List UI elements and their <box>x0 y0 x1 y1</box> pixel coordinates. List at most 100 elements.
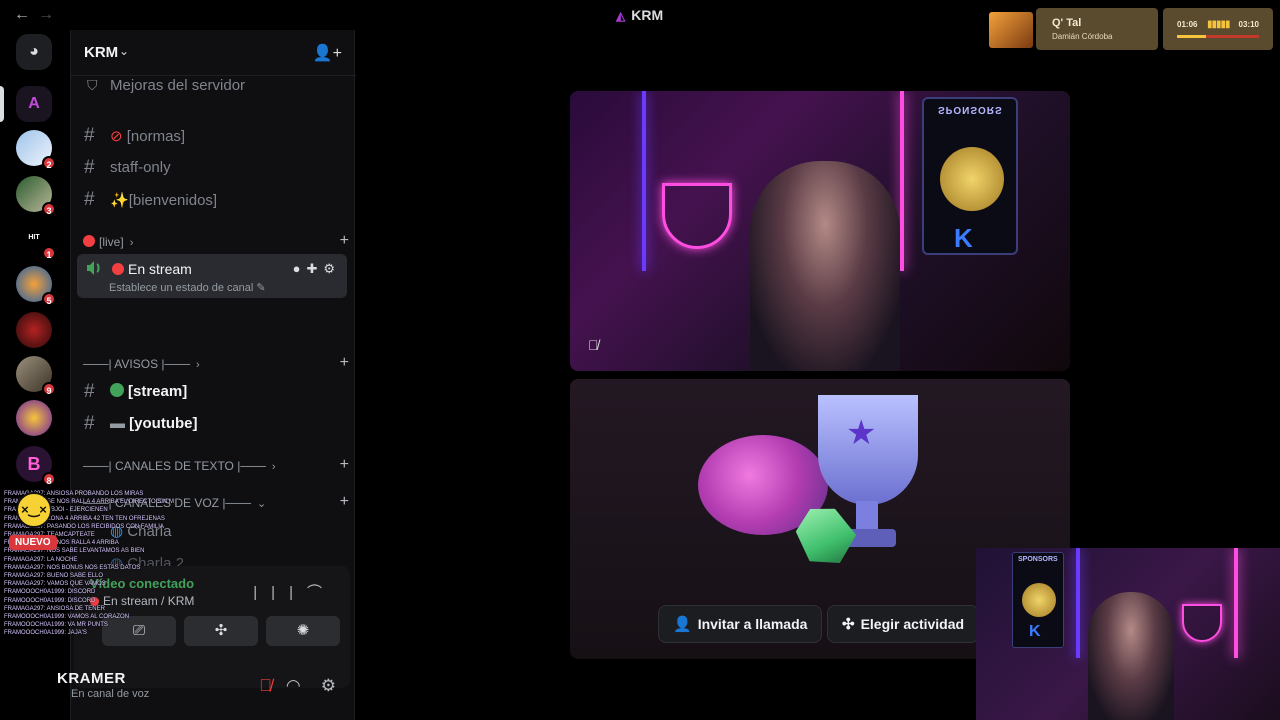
server-icon-5[interactable]: 5 <box>16 266 56 306</box>
sparkles-emoji-icon: ✨ <box>110 192 129 209</box>
server-icon-6[interactable] <box>16 312 52 348</box>
chevron-down-icon: ⌄ <box>119 44 130 58</box>
server-icon-4[interactable]: HIT 1 <box>16 220 56 260</box>
unread-badge: 3 <box>42 202 56 216</box>
album-art <box>989 12 1033 48</box>
channel-normas[interactable]: # ⊘ [normas] <box>81 122 349 150</box>
neon-light <box>900 91 904 271</box>
server-selected-pill <box>0 86 4 122</box>
song-title: Q' Tal <box>1052 17 1082 29</box>
chat-line: FRAMAGA297: BUENO SABE ELLO <box>4 573 104 580</box>
window-title: ◭ KRM <box>616 7 663 23</box>
k-logo-icon: K <box>1029 623 1041 640</box>
category-avisos[interactable]: ───| AVISOS |─── › + <box>83 354 353 374</box>
add-person-icon: 👤 <box>673 616 692 633</box>
sponsors-label: SPONSORS <box>938 104 1003 115</box>
server-krm-icon[interactable]: A <box>16 86 52 122</box>
activities-button[interactable]: ✣ <box>184 616 258 646</box>
server-icon-7[interactable]: 9 <box>16 356 56 396</box>
forward-arrow-icon[interactable]: → <box>38 6 54 24</box>
channel-stream[interactable]: # [stream] <box>81 378 349 406</box>
disconnect-call-icon[interactable]: ⌒ <box>307 584 336 601</box>
neon-light <box>1076 548 1080 658</box>
hash-icon: # <box>84 413 95 434</box>
server-icon-3[interactable]: 3 <box>16 176 56 216</box>
neon-cauldron <box>662 183 732 249</box>
chat-line: FRAMAGA297: VAMOS QUE VAMOS <box>4 581 106 588</box>
voice-channel-en-stream[interactable]: En stream Establece un estado de canal ✎… <box>77 254 347 298</box>
gear-icon[interactable]: ⚙ <box>323 261 341 276</box>
now-playing-progress: 01:06 ▮▮▮▮▮ 03:10 <box>1163 8 1273 50</box>
server-icon-8[interactable] <box>16 400 52 436</box>
server-icon-2[interactable]: 2 <box>16 130 56 170</box>
chat-line: FRAMOOOCH0A1999: DISCORD <box>4 589 96 596</box>
unread-badge: 9 <box>42 382 56 396</box>
back-arrow-icon[interactable]: ← <box>14 6 30 24</box>
sponsors-board: SPONSORS K <box>922 97 1018 255</box>
soundboard-button[interactable]: ✺ <box>266 616 340 646</box>
home-discord-icon[interactable]: ◕ <box>16 34 52 70</box>
neon-light <box>642 91 646 271</box>
chat-line: FRAMOOOCH0A1999: VAMOS AL CORAZON <box>4 614 130 621</box>
sponsors-label: SPONSORS <box>1018 556 1058 563</box>
chevron-right-icon: › <box>271 461 276 473</box>
chevron-right-icon: › <box>129 237 134 249</box>
star-icon: ★ <box>846 414 877 452</box>
chat-line: FRAMAGA297: LA NOCHE <box>4 556 78 563</box>
sponsors-board: SPONSORS K <box>1012 552 1064 648</box>
shield-icon: ⛉ <box>87 77 98 93</box>
chat-bubble-icon[interactable]: ● <box>293 261 307 276</box>
chat-line: FRAMOOOCH0A1999: DISCORD <box>4 597 96 604</box>
window-title-text: KRM <box>631 7 664 23</box>
webcam-overlay: SPONSORS K <box>976 548 1280 720</box>
voice-channel-icon <box>87 261 100 275</box>
progress-track <box>1177 35 1259 38</box>
server-icon-9[interactable]: B8 <box>16 446 56 486</box>
unread-badge: 1 <box>42 246 56 260</box>
neon-cauldron <box>1182 604 1222 642</box>
sponsor-seal-icon <box>940 147 1004 211</box>
chat-line: FRAMAGA297: ANSIOSA DE TENER <box>4 605 105 612</box>
hash-icon: # <box>84 381 95 402</box>
channel-staff-only[interactable]: # staff-only <box>81 154 349 182</box>
song-artist: Damián Córdoba <box>1052 32 1113 41</box>
equalizer-icon: ▮▮▮▮▮ <box>1207 19 1230 30</box>
microphone-muted-icon: 🎙̸ <box>588 337 599 353</box>
gear-icon[interactable]: ⚙ <box>321 676 336 695</box>
chevron-right-icon: › <box>196 359 200 371</box>
chat-line: FRAMOOOCH0A1999: JAJA'S <box>4 630 87 637</box>
invite-member-icon[interactable]: 👤+ <box>313 43 342 63</box>
add-channel-icon[interactable]: + <box>340 493 349 511</box>
activities-icon: ✣ <box>214 622 228 639</box>
channel-youtube[interactable]: # ▬ [youtube] <box>81 410 349 438</box>
invite-to-channel-icon[interactable]: ✚ <box>306 261 323 276</box>
category-canales-texto[interactable]: ───| CANALES DE TEXTO |─── › + <box>83 456 353 476</box>
video-tile-camera[interactable]: SPONSORS K 🎙̸ <box>570 91 1070 371</box>
chat-line: FRAMOOOCH0A1999: VA MR PUNTS <box>4 622 108 629</box>
invite-to-call-button[interactable]: 👤 Invitar a llamada <box>658 605 823 643</box>
chat-line: FRAMAGA297: NOS BONUS NOS ESTAS DATOS <box>4 564 141 571</box>
hash-icon: # <box>84 125 95 146</box>
unread-badge: 2 <box>42 156 56 170</box>
microphone-muted-icon[interactable]: 🎙̸ <box>259 676 272 695</box>
progress-fill <box>1177 35 1206 38</box>
server-boost-item[interactable]: ⛉ Mejoras del servidor <box>81 72 349 100</box>
add-channel-icon[interactable]: + <box>340 456 349 474</box>
new-badge: NUEVO <box>9 535 57 550</box>
hash-icon: # <box>84 189 95 210</box>
neon-light <box>1234 548 1238 658</box>
channel-bienvenidos[interactable]: # ✨[bienvenidos] <box>81 186 349 214</box>
server-header[interactable]: KRM ⌄ 👤+ <box>71 30 356 76</box>
choose-activity-button[interactable]: ✣ Elegir actividad <box>827 605 980 643</box>
streamer-video <box>750 161 900 371</box>
noise-suppression-icon[interactable]: ||| <box>253 584 307 601</box>
pencil-icon[interactable]: ✎ <box>256 282 265 294</box>
add-channel-icon[interactable]: + <box>340 232 349 250</box>
hash-icon: # <box>84 157 95 178</box>
unread-badge: 8 <box>42 472 56 486</box>
add-channel-icon[interactable]: + <box>340 354 349 372</box>
prohibited-emoji-icon: ⊘ <box>110 128 123 145</box>
server-name: KRM <box>84 44 119 61</box>
headphones-icon[interactable]: ◠ <box>286 676 301 695</box>
category-live[interactable]: [live] › + <box>83 232 353 252</box>
